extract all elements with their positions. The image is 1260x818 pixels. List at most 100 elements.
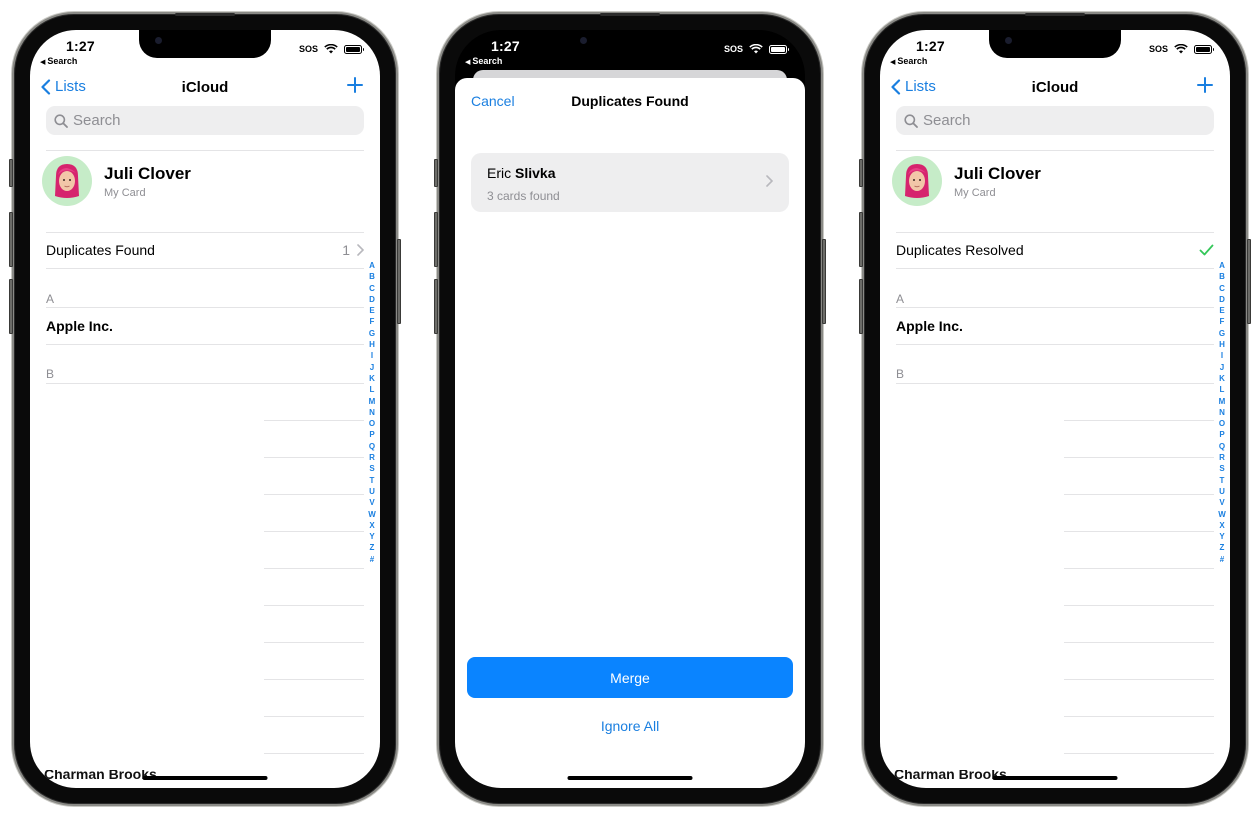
ignore-all-button[interactable]: Ignore All — [455, 718, 805, 734]
index-letter[interactable]: O — [369, 418, 375, 429]
index-letter[interactable]: W — [1218, 509, 1226, 520]
index-letter[interactable]: L — [370, 384, 375, 395]
index-letter[interactable]: N — [1219, 407, 1225, 418]
divider — [264, 753, 364, 754]
index-letter[interactable]: J — [370, 362, 374, 373]
index-letter[interactable]: J — [1220, 362, 1224, 373]
divider — [264, 716, 364, 717]
index-letter[interactable]: I — [1221, 350, 1223, 361]
index-letter[interactable]: N — [369, 407, 375, 418]
duplicates-resolved-row: Duplicates Resolved — [896, 232, 1214, 268]
index-letter[interactable]: K — [1219, 373, 1225, 384]
index-letter[interactable]: Y — [1219, 531, 1224, 542]
navigation-bar: Lists iCloud — [30, 76, 380, 104]
index-letter[interactable]: D — [369, 294, 375, 305]
divider — [1064, 531, 1214, 532]
index-letter[interactable]: T — [370, 475, 375, 486]
index-letter[interactable]: M — [369, 396, 376, 407]
contact-row[interactable]: Apple Inc. — [896, 318, 963, 334]
divider — [1064, 716, 1214, 717]
merge-button[interactable]: Merge — [467, 657, 793, 698]
home-indicator[interactable] — [992, 776, 1118, 780]
divider — [1064, 642, 1214, 643]
back-to-app-link[interactable]: ◀ Search — [890, 56, 927, 66]
index-letter[interactable]: A — [1219, 260, 1225, 271]
index-letter[interactable]: O — [1219, 418, 1225, 429]
index-letter[interactable]: H — [1219, 339, 1225, 350]
index-letter[interactable]: Y — [369, 531, 374, 542]
my-card[interactable]: Juli Clover My Card — [42, 156, 191, 206]
duplicate-contact-card[interactable]: Eric Slivka 3 cards found — [471, 153, 789, 212]
battery-icon — [769, 44, 789, 54]
index-letter[interactable]: S — [1219, 463, 1224, 474]
index-letter[interactable]: K — [369, 373, 375, 384]
index-letter[interactable]: I — [371, 350, 373, 361]
index-letter[interactable]: R — [1219, 452, 1225, 463]
index-letter[interactable]: F — [1220, 316, 1225, 327]
index-letter[interactable]: E — [1219, 305, 1224, 316]
index-letter[interactable]: P — [1219, 429, 1224, 440]
status-time: 1:27 — [916, 38, 945, 54]
back-triangle-icon: ◀ — [465, 59, 471, 66]
index-letter[interactable]: U — [369, 486, 375, 497]
index-letter[interactable]: # — [370, 554, 374, 565]
index-letter[interactable]: U — [1219, 486, 1225, 497]
index-letter[interactable]: Z — [1220, 542, 1225, 553]
speaker-grille — [175, 13, 235, 16]
index-letter[interactable]: H — [369, 339, 375, 350]
index-letter[interactable]: C — [369, 283, 375, 294]
sheet-title: Duplicates Found — [571, 93, 689, 109]
index-letter[interactable]: W — [368, 509, 376, 520]
search-input[interactable]: Search — [46, 106, 364, 135]
search-icon — [904, 113, 918, 128]
index-letter[interactable]: L — [1220, 384, 1225, 395]
alphabet-index[interactable]: A B C D E F G H I J K L M N O P Q R S T U V W X Y Z # — [1216, 260, 1228, 565]
contact-row[interactable]: Apple Inc. — [46, 318, 113, 334]
index-letter[interactable]: M — [1219, 396, 1226, 407]
index-letter[interactable]: A — [369, 260, 375, 271]
phone-before: 1:27 ◀ Search SOS Lists iCloud Search Ju… — [9, 12, 401, 806]
divider — [896, 268, 1214, 269]
index-letter[interactable]: X — [1219, 520, 1224, 531]
alphabet-index[interactable]: A B C D E F G H I J K L M N O P Q R S T U V W X Y Z # — [366, 260, 378, 565]
index-letter[interactable]: V — [369, 497, 374, 508]
first-name: Eric — [487, 165, 512, 181]
back-to-app-label: Search — [472, 56, 503, 66]
add-contact-button[interactable] — [1196, 76, 1214, 99]
index-letter[interactable]: # — [1220, 554, 1224, 565]
index-letter[interactable]: Q — [1219, 441, 1225, 452]
index-letter[interactable]: G — [369, 328, 375, 339]
carrier-label: SOS — [298, 44, 318, 54]
index-letter[interactable]: Q — [369, 441, 375, 452]
index-letter[interactable]: R — [369, 452, 375, 463]
volume-down-button — [434, 279, 438, 334]
carrier-label: SOS — [1148, 44, 1168, 54]
index-letter[interactable]: B — [1219, 271, 1225, 282]
index-letter[interactable]: B — [369, 271, 375, 282]
navigation-bar: Lists iCloud — [880, 76, 1230, 104]
search-input[interactable]: Search — [896, 106, 1214, 135]
index-letter[interactable]: T — [1220, 475, 1225, 486]
index-letter[interactable]: X — [369, 520, 374, 531]
index-letter[interactable]: G — [1219, 328, 1225, 339]
home-indicator[interactable] — [142, 776, 268, 780]
back-to-app-link[interactable]: ◀ Search — [40, 56, 77, 66]
index-letter[interactable]: Z — [370, 542, 375, 553]
status-icons: SOS — [298, 44, 364, 54]
index-letter[interactable]: E — [369, 305, 374, 316]
index-letter[interactable]: V — [1219, 497, 1224, 508]
my-card[interactable]: Juli Clover My Card — [892, 156, 1041, 206]
notch — [564, 30, 696, 58]
screen: 1:27 ◀ Search SOS Lists iCloud Search Ju… — [30, 30, 380, 788]
index-letter[interactable]: C — [1219, 283, 1225, 294]
index-letter[interactable]: S — [369, 463, 374, 474]
back-to-app-link[interactable]: ◀ Search — [465, 56, 502, 66]
volume-up-button — [9, 212, 13, 267]
index-letter[interactable]: F — [370, 316, 375, 327]
add-contact-button[interactable] — [346, 76, 364, 99]
index-letter[interactable]: D — [1219, 294, 1225, 305]
index-letter[interactable]: P — [369, 429, 374, 440]
home-indicator[interactable] — [567, 776, 693, 780]
duplicates-found-row[interactable]: Duplicates Found 1 — [46, 232, 364, 268]
search-placeholder: Search — [923, 112, 971, 129]
